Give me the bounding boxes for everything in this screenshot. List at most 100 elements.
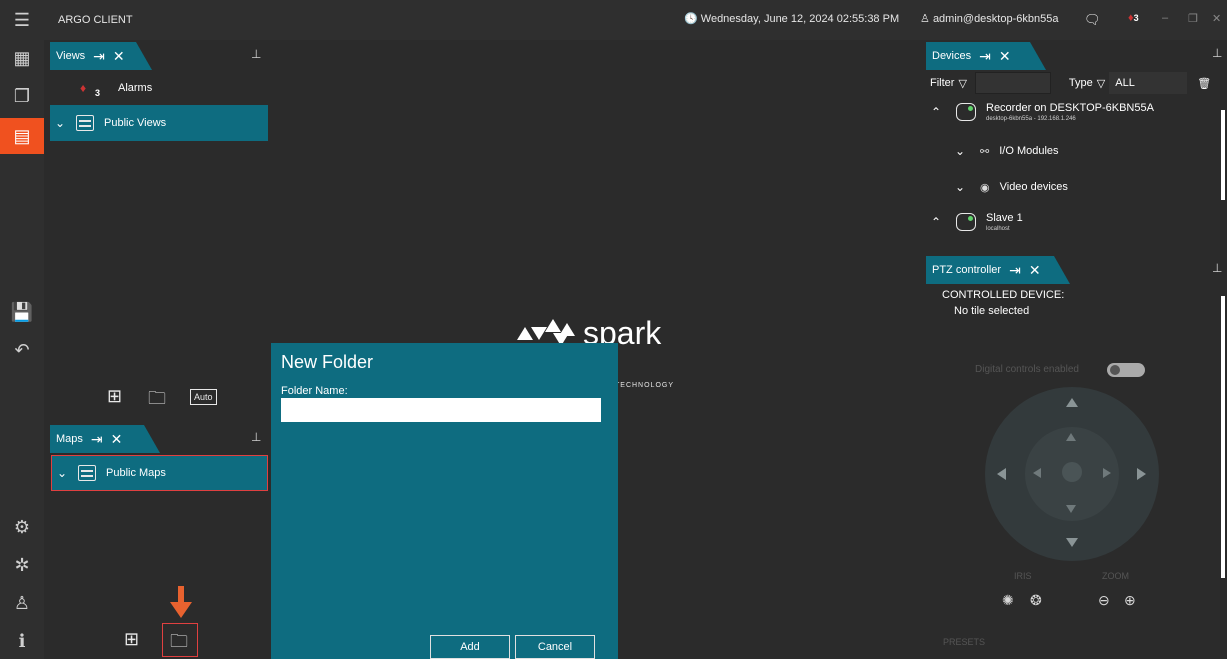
add-button[interactable]: Add [430, 635, 510, 659]
chevron-down-icon[interactable]: ⌄ [950, 180, 970, 194]
info-icon[interactable]: ℹ [6, 625, 38, 657]
user-display[interactable]: ♙ admin@desktop-6kbn55a [920, 12, 1058, 25]
chevron-up-icon[interactable]: ⌃ [926, 105, 946, 119]
list-item-public-maps[interactable]: ⌄ Public Maps [51, 455, 268, 491]
tab-devices[interactable]: Devices ⇥ ✕ [926, 42, 1046, 70]
close-icon[interactable]: ✕ [113, 48, 125, 65]
fine-right-arrow[interactable] [1103, 468, 1111, 478]
clock-icon: 🕓 [684, 13, 698, 25]
undock-icon[interactable]: ⇥ [1009, 262, 1021, 279]
config-icon[interactable]: ✲ [6, 549, 38, 581]
presets-label: PRESETS [943, 637, 986, 647]
pan-left-arrow[interactable] [997, 468, 1006, 480]
type-filter-icon: ▽ [1096, 77, 1106, 90]
tab-maps[interactable]: Maps ⇥ ✕ [50, 425, 160, 453]
alarm-icon: ♦ [80, 81, 87, 95]
devices-scrollbar[interactable] [1221, 110, 1225, 200]
close-icon[interactable]: ✕ [1029, 262, 1041, 279]
type-value: ALL [1115, 77, 1135, 89]
list-item-public-views[interactable]: ⌄ Public Views [50, 105, 268, 141]
auto-monitor-button[interactable]: Auto [190, 389, 217, 405]
tab-views[interactable]: Views ⇥ ✕ [50, 42, 152, 70]
datetime-display: 🕓 Wednesday, June 12, 2024 02:55:38 PM [684, 12, 899, 25]
fine-up-arrow[interactable] [1066, 433, 1076, 441]
trash-icon[interactable]: 🗑 [1197, 77, 1211, 90]
new-folder-dialog: New Folder Folder Name: Add Cancel [271, 343, 618, 659]
iris-open-icon[interactable]: ❂ [1030, 592, 1042, 609]
zoom-out-icon[interactable]: ⊖ [1098, 592, 1110, 609]
device-row-recorder[interactable]: ⌃ Recorder on DESKTOP-6KBN55A desktop-6k… [926, 102, 1154, 122]
io-module-icon: ⚯ [980, 145, 990, 158]
close-window-icon[interactable]: ✕ [1212, 12, 1221, 25]
zoom-label: ZOOM [1102, 571, 1129, 581]
io-modules-label: I/O Modules [999, 145, 1059, 157]
tab-ptz-controller[interactable]: PTZ controller ⇥ ✕ [926, 256, 1070, 284]
close-icon[interactable]: ✕ [111, 431, 123, 448]
fine-down-arrow[interactable] [1066, 505, 1076, 513]
digital-controls-toggle[interactable] [1107, 363, 1145, 377]
notes-icon[interactable]: ▤ [0, 118, 44, 154]
user-icon[interactable]: ♙ [6, 587, 38, 619]
ptz-scrollbar[interactable] [1221, 296, 1225, 578]
app-title: ARGO CLIENT [58, 14, 133, 26]
undock-icon[interactable]: ⇥ [93, 48, 105, 65]
minimize-icon[interactable]: – [1162, 12, 1168, 24]
windows-icon[interactable]: ❐ [6, 80, 38, 112]
right-panel [924, 40, 1227, 659]
settings-icon[interactable]: ⚙ [6, 511, 38, 543]
undock-icon[interactable]: ⇥ [979, 48, 991, 65]
chat-icon[interactable]: 🗨 [1084, 12, 1101, 28]
chevron-down-icon[interactable]: ⌄ [950, 144, 970, 158]
add-map-icon[interactable]: ⊞ [124, 629, 139, 650]
server-icon [956, 103, 976, 121]
restore-icon[interactable]: ❐ [1188, 12, 1198, 25]
no-tile-label: No tile selected [954, 305, 1030, 317]
undock-icon[interactable]: ⇥ [91, 431, 103, 448]
pin-icon[interactable]: ⊥ [1212, 261, 1222, 275]
iris-label: IRIS [1014, 571, 1032, 581]
chevron-down-icon[interactable]: ⌄ [52, 466, 72, 480]
cancel-button[interactable]: Cancel [515, 635, 595, 659]
pan-up-arrow[interactable] [1066, 398, 1078, 407]
device-row-slave[interactable]: ⌃ Slave 1 localhost [926, 212, 1023, 232]
chevron-up-icon[interactable]: ⌃ [926, 215, 946, 229]
alarm-bell-icon[interactable]: ♦3 [1128, 12, 1139, 24]
fine-left-arrow[interactable] [1033, 468, 1041, 478]
filter-input[interactable] [974, 72, 1051, 94]
save-icon[interactable]: 💾 [6, 296, 38, 328]
new-folder-icon[interactable]: 🗀 [148, 386, 166, 416]
views-tab-label: Views [56, 50, 86, 62]
pan-down-arrow[interactable] [1066, 538, 1078, 547]
user-name: admin@desktop-6kbn55a [932, 13, 1059, 25]
slave-address: localhost [986, 226, 1010, 232]
iris-close-icon[interactable]: ✺ [1002, 592, 1014, 609]
chevron-down-icon[interactable]: ⌄ [50, 116, 70, 130]
new-folder-icon[interactable]: 🗀 [170, 629, 188, 659]
pin-icon[interactable]: ⊥ [251, 430, 261, 444]
dialog-title: New Folder [281, 352, 374, 372]
logo-subtitle: TECHNOLOGY [615, 382, 675, 389]
video-devices-label: Video devices [999, 181, 1068, 193]
datetime-text: Wednesday, June 12, 2024 02:55:38 PM [700, 13, 900, 25]
menu-icon[interactable]: ☰ [6, 4, 38, 36]
pin-icon[interactable]: ⊥ [251, 47, 261, 61]
close-icon[interactable]: ✕ [999, 48, 1011, 65]
device-row-io-modules[interactable]: ⌄ ⚯ I/O Modules [950, 144, 1059, 158]
type-select[interactable]: ALL [1109, 72, 1188, 94]
ptz-center[interactable] [1062, 462, 1082, 482]
undo-icon[interactable]: ↶ [6, 334, 38, 366]
folder-name-input[interactable] [281, 398, 601, 422]
auto-label: Auto [194, 392, 213, 402]
filter-icon: ▽ [958, 77, 967, 90]
maps-tab-label: Maps [56, 433, 83, 445]
type-label: Type [1068, 77, 1093, 89]
left-rail: ☰ ▦ ❐ ▤ 💾 ↶ ⚙ ✲ ♙ ℹ [0, 0, 44, 659]
pan-right-arrow[interactable] [1137, 468, 1146, 480]
list-item-alarms[interactable]: ♦ 3 Alarms [50, 70, 268, 106]
device-row-video-devices[interactable]: ⌄ ◉ Video devices [950, 180, 1068, 194]
pin-icon[interactable]: ⊥ [1212, 46, 1222, 60]
controlled-device-label: CONTROLLED DEVICE: [942, 289, 1065, 301]
zoom-in-icon[interactable]: ⊕ [1124, 592, 1136, 609]
add-view-icon[interactable]: ⊞ [107, 386, 122, 407]
layout-edit-icon[interactable]: ▦ [6, 42, 38, 74]
